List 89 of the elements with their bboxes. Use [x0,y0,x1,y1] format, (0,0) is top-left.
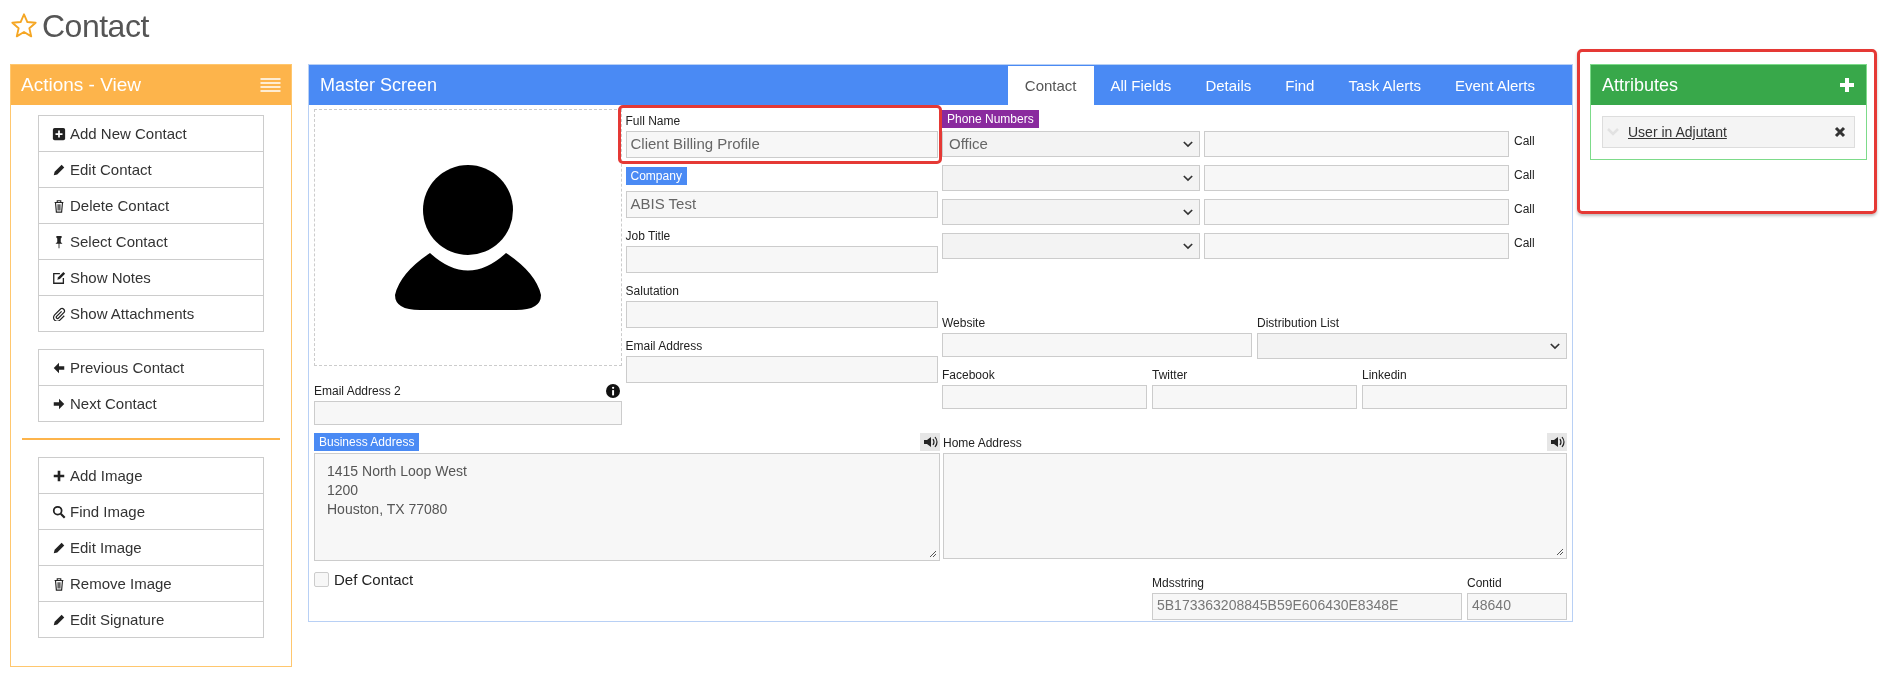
call-link[interactable]: Call [1514,134,1535,148]
field-tag: Business Address [314,433,420,451]
field-label: Job Title [625,229,671,243]
field-label: Full Name [625,114,681,128]
panel-title: Master Screen [319,74,438,96]
left-arrow-icon [52,360,66,375]
panel-title: Actions - View [21,74,142,96]
paperclip-icon [52,306,66,321]
text-field[interactable] [1204,165,1509,191]
speaker-icon[interactable] [920,433,940,451]
pencil-icon [52,162,66,177]
dropdown-field[interactable] [1257,333,1567,359]
action-button[interactable]: Edit Contact [38,151,264,188]
plus-icon[interactable] [1839,77,1855,93]
dropdown-field[interactable] [942,233,1200,259]
field-tag: Phone Numbers [942,110,1039,128]
chevron-icon [1183,175,1193,182]
search-icon [52,504,66,519]
action-button[interactable]: Find Image [38,493,264,530]
action-button[interactable]: Next Contact [38,385,264,422]
action-button[interactable]: Delete Contact [38,187,264,224]
field-label: Website [942,316,987,330]
action-button[interactable]: Edit Image [38,529,264,566]
text-field[interactable] [625,301,938,328]
menu-icon[interactable] [260,78,281,92]
text-field[interactable] [625,356,938,383]
call-link[interactable]: Call [1514,168,1535,182]
right-arrow-icon [52,396,66,411]
pencil-icon [52,540,66,555]
call-link[interactable]: Call [1514,236,1535,250]
text-field[interactable]: Client Billing Profile [625,131,938,158]
text-field[interactable] [1204,131,1509,157]
panel-title: Attributes [1602,74,1679,96]
action-button[interactable]: Previous Contact [38,349,264,386]
field-label: Facebook [942,368,996,382]
text-field[interactable] [1204,199,1509,225]
page-title: Contact [42,7,149,45]
dropdown-field[interactable] [942,165,1200,191]
note-icon [52,270,66,285]
attribute-link[interactable]: User in Adjutant [1628,124,1834,140]
speaker-icon[interactable] [1547,433,1567,451]
action-button[interactable]: Edit Signature [38,601,264,638]
text-field[interactable] [625,246,938,273]
action-button[interactable]: Show Notes [38,259,264,296]
plus-icon [52,468,66,483]
field-label: Email Address [625,339,703,353]
text-field[interactable] [942,385,1147,409]
checkbox[interactable] [314,572,329,587]
text-field[interactable] [942,333,1252,357]
trash-icon [52,198,66,213]
info-icon[interactable] [605,384,620,398]
text-field[interactable] [1152,385,1357,409]
text-field[interactable] [1204,233,1509,259]
text-field[interactable]: ABIS Test [625,191,938,218]
field-label: Distribution List [1257,316,1341,330]
action-button[interactable]: Remove Image [38,565,264,602]
action-button[interactable]: Add New Contact [38,115,264,152]
text-field[interactable] [1362,385,1567,409]
resize-grip-icon[interactable] [929,550,937,558]
pencil-icon [52,612,66,627]
chevron-icon [1550,343,1560,350]
field-label: Contid [1467,576,1503,590]
field-label: Linkedin [1362,368,1408,382]
action-button[interactable]: Select Contact [38,223,264,260]
field-label: Email Address 2 [314,384,401,398]
dropdown-field[interactable]: Office [942,131,1200,157]
resize-grip-icon[interactable] [1556,548,1564,556]
text-field[interactable] [314,401,622,425]
field-label: Twitter [1152,368,1189,382]
chevron-icon [1183,243,1193,250]
chevron-icon [1183,209,1193,216]
field-label: Mdsstring [1152,576,1205,590]
field-label: Home Address [943,436,1022,450]
field-label: Salutation [625,284,679,298]
address-field[interactable]: 1415 North Loop West 1200 Houston, TX 77080 [314,453,940,561]
checkbox-label: Def Contact [334,571,414,588]
tab[interactable]: Contact [1007,66,1094,105]
action-button[interactable]: Add Image [38,457,264,494]
call-link[interactable]: Call [1514,202,1535,216]
star-icon [10,12,38,40]
dropdown-field[interactable] [942,199,1200,225]
address-field[interactable] [943,453,1567,559]
trash-icon [52,576,66,591]
close-icon[interactable] [1834,126,1846,138]
add-box-icon [52,126,66,141]
chevron-icon [1183,141,1193,148]
person-silhouette-icon [392,165,543,310]
field-tag: Company [625,167,687,185]
action-button[interactable]: Show Attachments [38,295,264,332]
